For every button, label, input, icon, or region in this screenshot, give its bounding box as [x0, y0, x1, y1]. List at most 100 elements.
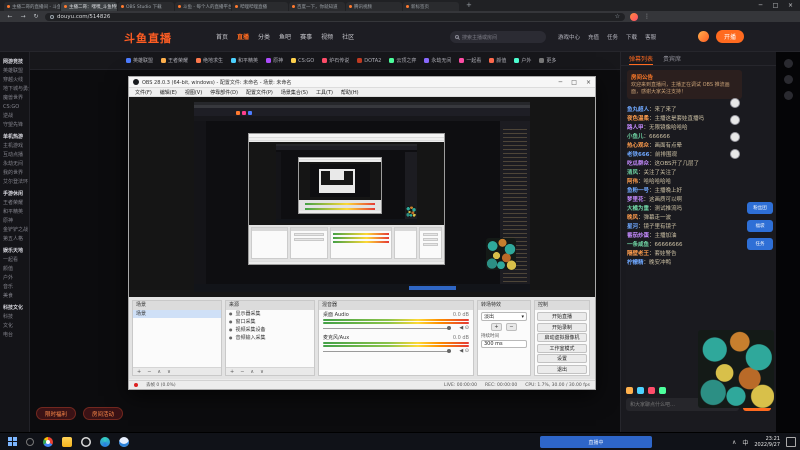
chat-tab[interactable]: 贵宾席 [663, 52, 681, 65]
chat-tab[interactable]: 弹幕列表 [629, 52, 654, 65]
activity-pill[interactable]: 任务 [747, 238, 773, 250]
taskbar-app-icon[interactable] [62, 436, 72, 447]
header-action[interactable]: 下载 [626, 33, 637, 41]
nav-item[interactable]: 首页 [216, 32, 228, 41]
site-logo[interactable]: 斗鱼直播 [124, 30, 172, 46]
browser-tab[interactable]: 腾讯视频 [346, 2, 402, 11]
obs-window-control[interactable]: × [586, 79, 591, 86]
browser-tab[interactable]: OBS Studio 下载 [118, 2, 174, 11]
obs-window-control[interactable]: □ [571, 79, 577, 86]
visibility-eye-icon[interactable]: ● [229, 318, 233, 326]
obs-menu-item[interactable]: 视图(V) [185, 89, 202, 96]
slider-knob[interactable] [447, 349, 451, 353]
sidebar-item[interactable]: 手游休闲 [3, 190, 29, 199]
sources-tool-button[interactable]: + [230, 369, 234, 375]
obs-control-button[interactable]: 工作室模式 [537, 343, 587, 353]
sidebar-item[interactable]: 网游竞技 [3, 58, 29, 67]
sidebar-item[interactable]: 娱乐天地 [3, 247, 29, 256]
emote-icon[interactable] [659, 387, 666, 394]
rank-avatar[interactable] [730, 115, 740, 125]
volume-slider[interactable]: ◀ ⊙ [323, 325, 469, 332]
chat-username[interactable]: 热心观众 [627, 143, 649, 149]
sidebar-item[interactable]: 单机热游 [3, 133, 29, 142]
slider-knob[interactable] [447, 326, 451, 330]
sidebar-item[interactable]: 主机游戏 [3, 142, 29, 151]
chat-username[interactable]: 小鱼儿 [627, 134, 644, 140]
emote-icon[interactable] [637, 387, 644, 394]
sidebar-item[interactable]: 户外 [3, 274, 29, 283]
category-item[interactable]: 颜值 [489, 57, 506, 64]
input-language-indicator[interactable]: 中 [742, 438, 748, 447]
source-row[interactable]: ● 显示器采集 [226, 310, 314, 318]
obs-control-button[interactable]: 设置 [537, 354, 587, 363]
sources-tool-button[interactable]: ∨ [260, 369, 264, 375]
sidebar-item[interactable]: 金铲铲之战 [3, 226, 29, 235]
browser-profile-avatar[interactable] [630, 12, 638, 21]
activity-pill[interactable]: 福袋 [747, 220, 773, 232]
sidebar-item[interactable]: 我的世界 [3, 169, 29, 178]
remove-transition-button[interactable]: − [506, 323, 517, 331]
visibility-eye-icon[interactable]: ● [229, 334, 233, 342]
sidebar-item[interactable]: 原神 [3, 217, 29, 226]
chat-username[interactable]: 鱼丸超人 [627, 107, 649, 113]
sidebar-item[interactable]: 守望先锋 [3, 121, 29, 130]
obs-title-bar[interactable]: OBS 28.0.3 (64-bit, windows) - 配置文件: 未命名… [129, 77, 595, 88]
back-icon[interactable]: ← [6, 13, 14, 20]
chat-username[interactable]: 路人甲 [627, 125, 644, 131]
browser-tab[interactable]: 百度一下，你就知道 [289, 2, 345, 11]
browser-tab[interactable]: 主播二哥：嘿嘿_斗鱼特别版 [61, 2, 117, 11]
sidebar-item[interactable]: 英雄联盟 [3, 67, 29, 76]
source-row[interactable]: ● 窗口采集 [226, 318, 314, 326]
category-item[interactable]: 王者荣耀 [161, 57, 188, 64]
chat-username[interactable]: 吃瓜群众 [627, 161, 649, 167]
sidebar-item[interactable]: CS:GO [3, 103, 29, 112]
site-info-icon[interactable] [50, 14, 54, 19]
obs-control-button[interactable]: 启动虚拟摄像机 [537, 333, 587, 342]
obs-menu-item[interactable]: 文件(F) [135, 89, 152, 96]
window-control-button[interactable]: × [783, 0, 798, 11]
transition-select[interactable]: 淡出 ▾ [481, 312, 527, 321]
browser-tab[interactable]: 哔哩哔哩直播 [232, 2, 288, 11]
chat-username[interactable]: 梦里花 [627, 197, 644, 203]
source-row[interactable]: ● 视频采集设备 [226, 326, 314, 334]
sidebar-item[interactable]: 美食 [3, 292, 29, 301]
taskbar-app-icon[interactable] [43, 436, 53, 447]
scenes-tool-button[interactable]: ∧ [157, 369, 161, 375]
sidebar-item[interactable]: 颜值 [3, 265, 29, 274]
duration-spinbox[interactable]: 300 ms [481, 340, 527, 348]
obs-menu-item[interactable]: 配置文件(P) [246, 89, 273, 96]
window-control-button[interactable]: ─ [753, 0, 768, 11]
scenes-tool-button[interactable]: − [147, 369, 151, 375]
sidebar-item[interactable]: 一起看 [3, 256, 29, 265]
category-item[interactable]: 和平精英 [231, 57, 258, 64]
sources-tool-button[interactable]: − [240, 369, 244, 375]
category-item[interactable]: CS:GO [291, 58, 314, 64]
search-bar[interactable]: 搜索主播或房间 [450, 31, 546, 43]
notification-center-icon[interactable] [786, 437, 796, 447]
sidebar-item[interactable]: 逆战 [3, 112, 29, 121]
taskbar-app-icon[interactable] [81, 436, 91, 447]
sidebar-item[interactable]: 艾尔登法环 [3, 178, 29, 187]
category-item[interactable]: 户外 [514, 57, 531, 64]
header-action[interactable]: 充值 [588, 33, 599, 41]
sidebar-item[interactable]: 地下城与勇士 [3, 85, 29, 94]
category-item[interactable]: 英雄联盟 [126, 57, 153, 64]
browser-tab[interactable]: 新标签页 [403, 2, 459, 11]
stream-video-thumbnail[interactable] [698, 330, 774, 408]
browser-tab[interactable]: 主播二哥的直播间 - 斗鱼 [4, 2, 60, 11]
obs-menu-item[interactable]: 停靠部件(D) [210, 89, 238, 96]
scenes-tool-button[interactable]: ∨ [167, 369, 171, 375]
promo-pill[interactable]: 房间活动 [83, 407, 124, 420]
sidebar-item[interactable]: 永劫无间 [3, 160, 29, 169]
nav-item[interactable]: 直播 [237, 32, 249, 41]
nav-item[interactable]: 分类 [258, 32, 270, 41]
chat-username[interactable]: 夜色温柔 [627, 116, 649, 122]
address-bar[interactable]: douyu.com/514826 ☆ [45, 12, 625, 21]
category-item[interactable]: DOTA2 [357, 58, 381, 64]
chat-username[interactable]: 柠檬精 [627, 260, 644, 266]
sidebar-item[interactable]: 和平精英 [3, 208, 29, 217]
header-action[interactable]: 游戏中心 [558, 33, 580, 41]
emote-icon[interactable] [648, 387, 655, 394]
chat-username[interactable]: 大橘为重 [627, 206, 649, 212]
category-item[interactable]: 炉石传说 [322, 57, 349, 64]
